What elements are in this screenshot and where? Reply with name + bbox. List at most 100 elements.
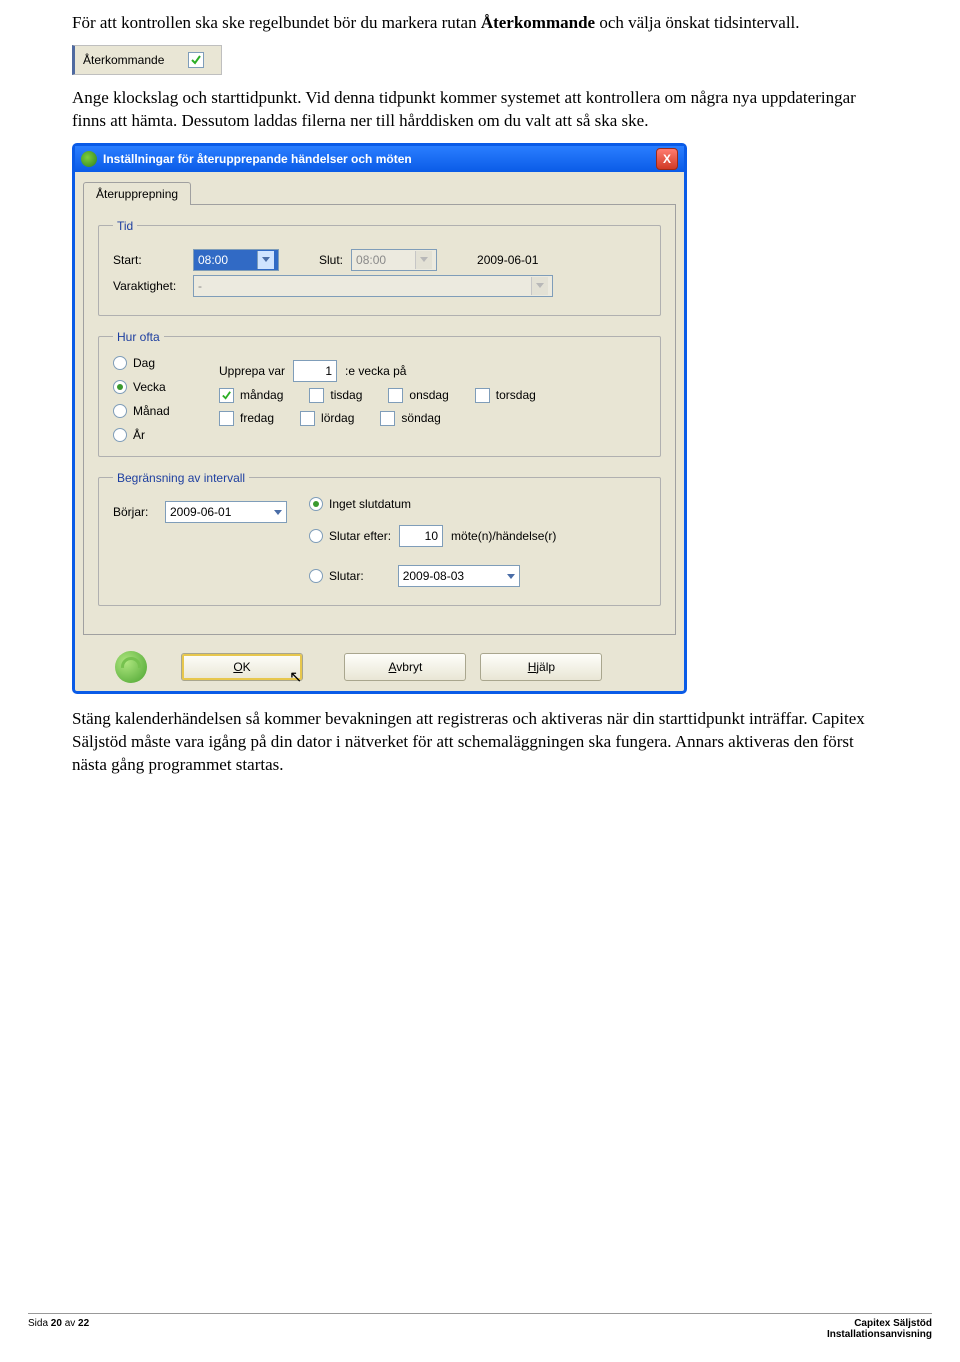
end-label: Slut:	[319, 253, 343, 267]
duration-label: Varaktighet:	[113, 279, 185, 293]
footer-page-mid: av	[62, 1318, 78, 1329]
radio-icon	[309, 497, 323, 511]
repeat-every-suffix: :e vecka på	[345, 364, 406, 378]
range-start-label: Börjar:	[113, 505, 157, 519]
radio-year[interactable]: År	[113, 428, 203, 442]
group-time: Tid Start: 08:00 Slut: 08:00	[98, 219, 661, 316]
check-saturday[interactable]: lördag	[300, 411, 354, 426]
check-thursday[interactable]: torsdag	[475, 388, 536, 403]
para1-text-c: och välja önskat tidsintervall.	[595, 13, 799, 32]
range-start-date[interactable]: 2009-06-01	[165, 501, 287, 523]
repeat-every-value: 1	[325, 364, 332, 378]
footer-page-num: 20	[51, 1318, 62, 1329]
recurring-label: Återkommande	[83, 53, 164, 67]
group-range-limit: Begränsning av intervall Börjar: 2009-06…	[98, 471, 661, 606]
checkbox-icon	[475, 388, 490, 403]
radio-icon	[309, 529, 323, 543]
chevron-down-icon	[415, 251, 432, 269]
group-time-legend: Tid	[113, 219, 137, 233]
duration-value: -	[198, 279, 202, 293]
group-frequency: Hur ofta Dag Vecka Månad År Upprepa var …	[98, 330, 661, 457]
checkbox-icon	[219, 388, 234, 403]
radio-year-label: År	[133, 428, 145, 442]
para1-text-a: För att kontrollen ska ske regelbundet b…	[72, 13, 481, 32]
radio-day-label: Dag	[133, 356, 155, 370]
page-footer: Sida 20 av 22 Capitex Säljstöd Installat…	[28, 1313, 932, 1340]
radio-end-after-label: Slutar efter:	[329, 529, 391, 543]
footer-subtitle: Installationsanvisning	[827, 1329, 932, 1340]
check-sunday-label: söndag	[401, 411, 440, 425]
checkbox-icon	[300, 411, 315, 426]
range-end-value: 2009-08-03	[403, 569, 464, 583]
check-saturday-label: lördag	[321, 411, 354, 425]
cancel-rest: vbryt	[396, 660, 422, 674]
cursor-icon: ↖	[289, 667, 302, 687]
range-end-date[interactable]: 2009-08-03	[398, 565, 520, 587]
checkbox-icon	[309, 388, 324, 403]
chevron-down-icon	[274, 505, 282, 519]
radio-no-end-label: Inget slutdatum	[329, 497, 411, 511]
radio-icon	[113, 404, 127, 418]
chevron-down-icon	[531, 277, 548, 295]
check-friday-label: fredag	[240, 411, 274, 425]
para1-text-bold: Återkommande	[481, 13, 595, 32]
end-after-value: 10	[425, 529, 438, 543]
recycle-icon	[115, 651, 147, 683]
tab-strip: Återupprepning	[75, 172, 684, 204]
duration-combo: -	[193, 275, 553, 297]
check-tuesday-label: tisdag	[330, 388, 362, 402]
dialog-body: Tid Start: 08:00 Slut: 08:00	[83, 204, 676, 635]
reference-date: 2009-06-01	[477, 253, 538, 267]
radio-week-label: Vecka	[133, 380, 166, 394]
dialog-title: Inställningar för återupprepande händels…	[103, 152, 412, 166]
footer-right: Capitex Säljstöd Installationsanvisning	[827, 1318, 932, 1340]
radio-icon	[113, 380, 127, 394]
check-monday[interactable]: måndag	[219, 388, 283, 403]
radio-week[interactable]: Vecka	[113, 380, 203, 394]
range-start-value: 2009-06-01	[170, 505, 231, 519]
check-wednesday[interactable]: onsdag	[388, 388, 448, 403]
radio-month-label: Månad	[133, 404, 170, 418]
radio-icon	[113, 356, 127, 370]
end-after-input[interactable]: 10	[399, 525, 443, 547]
checkbox-icon	[388, 388, 403, 403]
dialog-window: Inställningar för återupprepande händels…	[72, 143, 687, 694]
check-tuesday[interactable]: tisdag	[309, 388, 362, 403]
start-label: Start:	[113, 253, 185, 267]
repeat-every-label: Upprepa var	[219, 364, 285, 378]
check-sunday[interactable]: söndag	[380, 411, 440, 426]
footer-left: Sida 20 av 22	[28, 1318, 89, 1340]
chevron-down-icon	[507, 569, 515, 583]
start-time-combo[interactable]: 08:00	[193, 249, 279, 271]
help-rest: jälp	[536, 660, 555, 674]
tab-recurrence[interactable]: Återupprepning	[83, 182, 191, 205]
check-friday[interactable]: fredag	[219, 411, 274, 426]
radio-no-end[interactable]: Inget slutdatum	[309, 497, 556, 511]
button-row: OK ↖ Avbryt Hjälp	[75, 643, 684, 691]
group-range-limit-legend: Begränsning av intervall	[113, 471, 249, 485]
end-time-value: 08:00	[356, 253, 386, 267]
check-monday-label: måndag	[240, 388, 283, 402]
footer-brand: Capitex Säljstöd	[827, 1318, 932, 1329]
close-button[interactable]: X	[656, 148, 678, 170]
cancel-button[interactable]: Avbryt	[344, 653, 466, 681]
radio-month[interactable]: Månad	[113, 404, 203, 418]
radio-day[interactable]: Dag	[113, 356, 203, 370]
checkbox-icon	[219, 411, 234, 426]
paragraph-3: Stäng kalenderhändelsen så kommer bevakn…	[72, 708, 888, 777]
ok-button[interactable]: OK	[181, 653, 303, 681]
footer-page-pre: Sida	[28, 1318, 51, 1329]
ok-rest: K	[243, 660, 251, 674]
recurring-checkbox[interactable]	[188, 52, 204, 68]
radio-end-by[interactable]: Slutar:	[309, 569, 364, 583]
help-button[interactable]: Hjälp	[480, 653, 602, 681]
start-time-value: 08:00	[198, 253, 228, 267]
radio-icon	[309, 569, 323, 583]
repeat-every-input[interactable]: 1	[293, 360, 337, 382]
end-after-suffix: möte(n)/händelse(r)	[451, 529, 556, 543]
end-time-combo: 08:00	[351, 249, 437, 271]
check-wednesday-label: onsdag	[409, 388, 448, 402]
group-frequency-legend: Hur ofta	[113, 330, 164, 344]
radio-end-after[interactable]: Slutar efter:	[309, 529, 391, 543]
dialog-titlebar: Inställningar för återupprepande händels…	[75, 146, 684, 172]
